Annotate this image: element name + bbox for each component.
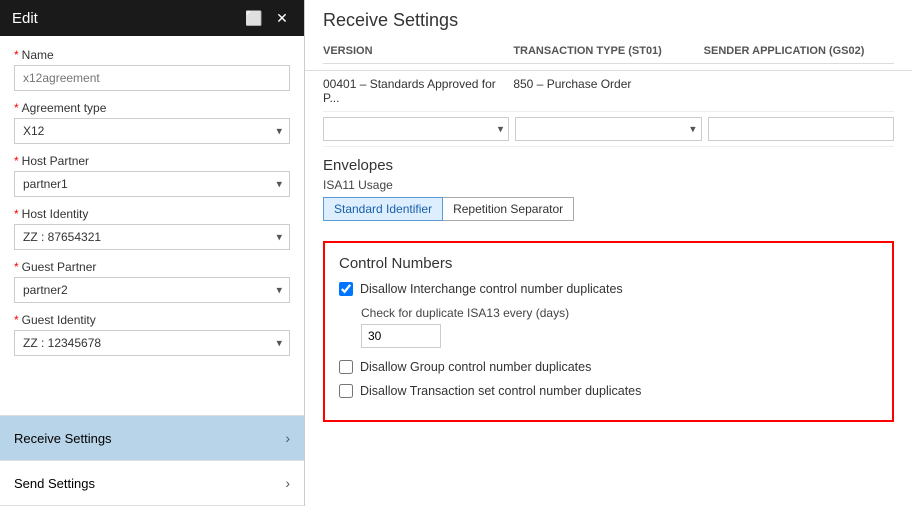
col-header-version: VERSION [323, 43, 513, 59]
guest-partner-select-wrapper: partner2 [14, 277, 290, 303]
interchange-duplicate-label: Disallow Interchange control number dupl… [360, 282, 623, 296]
right-body: 00401 – Standards Approved for P... 850 … [305, 71, 912, 147]
table-header: VERSION TRANSACTION TYPE (ST01) SENDER A… [323, 39, 894, 64]
guest-identity-select[interactable]: ZZ : 12345678 [14, 330, 290, 356]
cell-version: 00401 – Standards Approved for P... [323, 77, 513, 105]
isa-label: ISA11 Usage [323, 178, 894, 192]
group-duplicate-row: Disallow Group control number duplicates [339, 360, 878, 374]
left-header: Edit ⬜ ✕ [0, 0, 304, 36]
right-header: Receive Settings VERSION TRANSACTION TYP… [305, 0, 912, 71]
guest-partner-field-group: *Guest Partner partner2 [14, 260, 290, 303]
version-select-wrapper [323, 117, 509, 141]
group-duplicate-checkbox[interactable] [339, 360, 353, 374]
cell-transaction-type: 850 – Purchase Order [513, 77, 703, 105]
chevron-right-icon-2: › [285, 475, 290, 491]
envelopes-title: Envelopes [323, 157, 894, 174]
host-identity-select-wrapper: ZZ : 87654321 [14, 224, 290, 250]
dropdown-row [323, 112, 894, 147]
interchange-duplicate-checkbox[interactable] [339, 282, 353, 296]
group-duplicate-label: Disallow Group control number duplicates [360, 360, 591, 374]
host-partner-label: *Host Partner [14, 154, 290, 168]
guest-identity-select-wrapper: ZZ : 12345678 [14, 330, 290, 356]
host-identity-select[interactable]: ZZ : 87654321 [14, 224, 290, 250]
left-nav: Receive Settings › Send Settings › [0, 415, 304, 506]
header-icons: ⬜ ✕ [244, 8, 292, 28]
transaction-duplicate-checkbox[interactable] [339, 384, 353, 398]
chevron-right-icon: › [285, 430, 290, 446]
receive-settings-label: Receive Settings [14, 431, 112, 446]
col-header-sender-app: SENDER APPLICATION (GS02) [704, 43, 894, 59]
tab-standard-identifier[interactable]: Standard Identifier [323, 197, 443, 221]
transaction-duplicate-row: Disallow Transaction set control number … [339, 384, 878, 398]
left-body: *Name *Agreement type X12 *Host Partner … [0, 36, 304, 415]
agreement-type-field-group: *Agreement type X12 [14, 101, 290, 144]
close-icon[interactable]: ✕ [272, 8, 292, 28]
interchange-duplicate-row: Disallow Interchange control number dupl… [339, 282, 878, 296]
version-select[interactable] [323, 117, 509, 141]
sidebar-item-send-settings[interactable]: Send Settings › [0, 461, 304, 506]
right-panel: Receive Settings VERSION TRANSACTION TYP… [305, 0, 912, 506]
transaction-duplicate-label: Disallow Transaction set control number … [360, 384, 641, 398]
name-input[interactable] [14, 65, 290, 91]
agreement-type-select[interactable]: X12 [14, 118, 290, 144]
control-numbers-title: Control Numbers [339, 255, 878, 272]
name-label: *Name [14, 48, 290, 62]
table-row: 00401 – Standards Approved for P... 850 … [323, 71, 894, 112]
duplicate-days-label: Check for duplicate ISA13 every (days) [361, 306, 878, 320]
duplicate-days-sub-field: Check for duplicate ISA13 every (days) [361, 306, 878, 348]
host-identity-field-group: *Host Identity ZZ : 87654321 [14, 207, 290, 250]
host-partner-select[interactable]: partner1 [14, 171, 290, 197]
agreement-type-select-wrapper: X12 [14, 118, 290, 144]
transaction-type-select[interactable] [515, 117, 701, 141]
maximize-icon[interactable]: ⬜ [244, 8, 264, 28]
envelopes-section: Envelopes ISA11 Usage Standard Identifie… [305, 147, 912, 233]
isa-tab-group: Standard Identifier Repetition Separator [323, 197, 894, 221]
sender-app-input-wrapper [708, 117, 894, 141]
send-settings-label: Send Settings [14, 476, 95, 491]
left-panel: Edit ⬜ ✕ *Name *Agreement type X12 * [0, 0, 305, 506]
agreement-type-label: *Agreement type [14, 101, 290, 115]
sidebar-item-receive-settings[interactable]: Receive Settings › [0, 416, 304, 461]
guest-partner-select[interactable]: partner2 [14, 277, 290, 303]
guest-partner-label: *Guest Partner [14, 260, 290, 274]
host-partner-select-wrapper: partner1 [14, 171, 290, 197]
guest-identity-label: *Guest Identity [14, 313, 290, 327]
right-title: Receive Settings [323, 10, 894, 31]
guest-identity-field-group: *Guest Identity ZZ : 12345678 [14, 313, 290, 356]
host-partner-field-group: *Host Partner partner1 [14, 154, 290, 197]
edit-title: Edit [12, 10, 38, 27]
tab-repetition-separator[interactable]: Repetition Separator [443, 197, 574, 221]
sender-app-input[interactable] [708, 117, 894, 141]
host-identity-label: *Host Identity [14, 207, 290, 221]
control-numbers-box: Control Numbers Disallow Interchange con… [323, 241, 894, 422]
cell-sender-app [704, 77, 894, 105]
col-header-transaction-type: TRANSACTION TYPE (ST01) [513, 43, 703, 59]
duplicate-days-input[interactable] [361, 324, 441, 348]
name-field-group: *Name [14, 48, 290, 91]
transaction-type-select-wrapper [515, 117, 701, 141]
